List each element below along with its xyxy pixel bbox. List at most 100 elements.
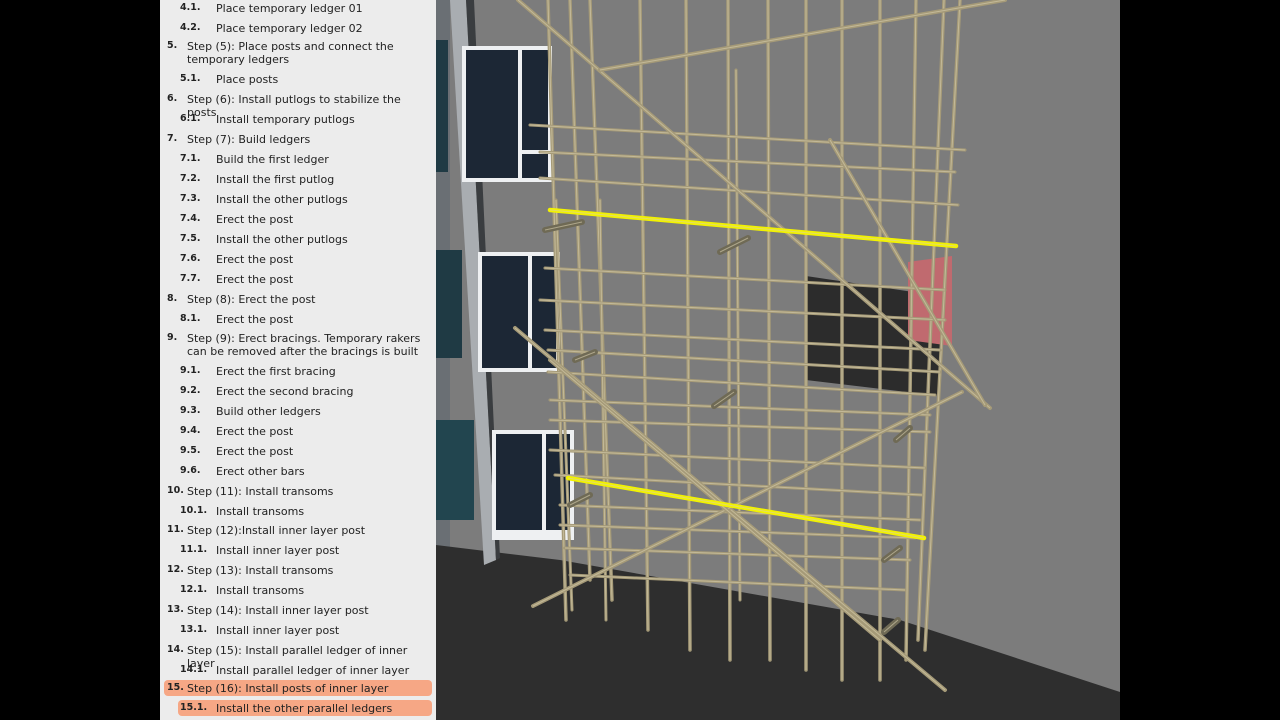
step-item[interactable]: 7. Step (7): Build ledgers: [160, 131, 436, 147]
step-number: 5.: [167, 40, 178, 51]
step-number: 9.6.: [180, 465, 201, 476]
substep-item[interactable]: 4.2. Place temporary ledger 02: [160, 20, 436, 36]
step-number: 12.1.: [180, 584, 208, 595]
step-label: Erect the post: [216, 253, 294, 266]
step-label: Erect the post: [216, 425, 294, 438]
step-item[interactable]: 13. Step (14): Install inner layer post: [160, 602, 436, 618]
step-number: 14.1.: [180, 664, 208, 675]
step-item[interactable]: 5. Step (5): Place posts and connect the …: [160, 38, 436, 66]
substep-item[interactable]: 9.3. Build other ledgers: [160, 403, 436, 419]
step-label: Install transoms: [216, 505, 305, 518]
substep-item[interactable]: 5.1. Place posts: [160, 71, 436, 87]
step-number: 15.: [167, 682, 184, 693]
step-number: 7.: [167, 133, 178, 144]
substep-item[interactable]: 7.4. Erect the post: [160, 211, 436, 227]
step-number: 14.: [167, 644, 184, 655]
substep-item[interactable]: 9.5. Erect the post: [160, 443, 436, 459]
step-label: Install the first putlog: [216, 173, 335, 186]
step-number: 7.1.: [180, 153, 201, 164]
step-label: Step (11): Install transoms: [187, 485, 334, 498]
step-label: Place temporary ledger 01: [216, 2, 363, 15]
step-number: 12.: [167, 564, 184, 575]
step-number: 7.3.: [180, 193, 201, 204]
step-item[interactable]: 10. Step (11): Install transoms: [160, 483, 436, 499]
step-label: Step (9): Erect bracings. Temporary rake…: [187, 332, 421, 358]
step-item[interactable]: 12. Step (13): Install transoms: [160, 562, 436, 578]
scaffold-scene: [436, 0, 1120, 720]
step-number: 6.: [167, 93, 178, 104]
substep-item[interactable]: 12.1. Install transoms: [160, 582, 436, 598]
substep-item[interactable]: 7.5. Install the other putlogs: [160, 231, 436, 247]
substep-item[interactable]: 15.1. Install the other parallel ledgers: [178, 700, 432, 716]
substep-item[interactable]: 9.2. Erect the second bracing: [160, 383, 436, 399]
3d-scaffold-viewport[interactable]: [436, 0, 1120, 720]
substep-item[interactable]: 7.1. Build the first ledger: [160, 151, 436, 167]
substep-item[interactable]: 13.1. Install inner layer post: [160, 622, 436, 638]
step-number: 4.2.: [180, 22, 201, 33]
step-label: Erect other bars: [216, 465, 305, 478]
substep-item[interactable]: 9.6. Erect other bars: [160, 463, 436, 479]
step-item[interactable]: 15. Step (16): Install posts of inner lay…: [164, 680, 432, 696]
step-number: 11.1.: [180, 544, 208, 555]
step-item[interactable]: 9. Step (9): Erect bracings. Temporary ra…: [160, 330, 436, 358]
step-number: 6.1.: [180, 113, 201, 124]
step-label: Erect the post: [216, 213, 294, 226]
step-label: Install inner layer post: [216, 544, 340, 557]
step-number: 9.4.: [180, 425, 201, 436]
window: [436, 40, 448, 172]
step-navigation-panel: 4.1. Place temporary ledger 01 4.2. Place t…: [160, 0, 436, 720]
step-number: 13.1.: [180, 624, 208, 635]
substep-item[interactable]: 8.1. Erect the post: [160, 311, 436, 327]
substep-item[interactable]: 11.1. Install inner layer post: [160, 542, 436, 558]
step-label: Install the other putlogs: [216, 193, 348, 206]
step-number: 9.: [167, 332, 178, 343]
step-label: Place posts: [216, 73, 279, 86]
step-label: Erect the post: [216, 273, 294, 286]
step-number: 9.3.: [180, 405, 201, 416]
step-label: Place temporary ledger 02: [216, 22, 363, 35]
substep-item[interactable]: 7.3. Install the other putlogs: [160, 191, 436, 207]
step-label: Erect the post: [216, 313, 294, 326]
step-number: 8.1.: [180, 313, 201, 324]
substep-item[interactable]: 7.2. Install the first putlog: [160, 171, 436, 187]
step-number: 4.1.: [180, 2, 201, 13]
window: [436, 420, 474, 520]
step-label: Install the other putlogs: [216, 233, 348, 246]
step-label: Step (5): Place posts and connect the te…: [187, 40, 394, 66]
step-number: 15.1.: [180, 702, 208, 713]
step-item[interactable]: 11. Step (12):Install inner layer post: [160, 522, 436, 538]
step-label: Step (12):Install inner layer post: [187, 524, 366, 537]
substep-item[interactable]: 4.1. Place temporary ledger 01: [160, 0, 436, 16]
step-label: Step (7): Build ledgers: [187, 133, 311, 146]
step-number: 7.6.: [180, 253, 201, 264]
step-number: 8.: [167, 293, 178, 304]
substep-item[interactable]: 7.6. Erect the post: [160, 251, 436, 267]
step-label: Step (13): Install transoms: [187, 564, 334, 577]
step-label: Erect the second bracing: [216, 385, 354, 398]
step-label: Install parallel ledger of inner layer: [216, 664, 410, 677]
window-upper: [462, 46, 552, 182]
substep-item[interactable]: 14.1. Install parallel ledger of inner la…: [160, 662, 436, 678]
step-label: Install temporary putlogs: [216, 113, 355, 126]
step-item[interactable]: 8. Step (8): Erect the post: [160, 291, 436, 307]
step-number: 7.7.: [180, 273, 201, 284]
step-label: Build other ledgers: [216, 405, 321, 418]
step-number: 13.: [167, 604, 184, 615]
step-number: 5.1.: [180, 73, 201, 84]
step-label: Step (14): Install inner layer post: [187, 604, 369, 617]
substep-item[interactable]: 9.1. Erect the first bracing: [160, 363, 436, 379]
step-label: Install inner layer post: [216, 624, 340, 637]
step-number: 7.2.: [180, 173, 201, 184]
step-label: Install transoms: [216, 584, 305, 597]
substep-item[interactable]: 7.7. Erect the post: [160, 271, 436, 287]
step-label: Step (16): Install posts of inner layer: [187, 682, 389, 695]
step-label: Step (8): Erect the post: [187, 293, 316, 306]
substep-item[interactable]: 9.4. Erect the post: [160, 423, 436, 439]
step-number: 9.5.: [180, 445, 201, 456]
step-number: 11.: [167, 524, 184, 535]
substep-item[interactable]: 10.1. Install transoms: [160, 503, 436, 519]
step-number: 10.1.: [180, 505, 208, 516]
step-label: Install the other parallel ledgers: [216, 702, 393, 715]
substep-item[interactable]: 6.1. Install temporary putlogs: [160, 111, 436, 127]
step-item[interactable]: 6. Step (6): Install putlogs to stabilize…: [160, 91, 436, 119]
